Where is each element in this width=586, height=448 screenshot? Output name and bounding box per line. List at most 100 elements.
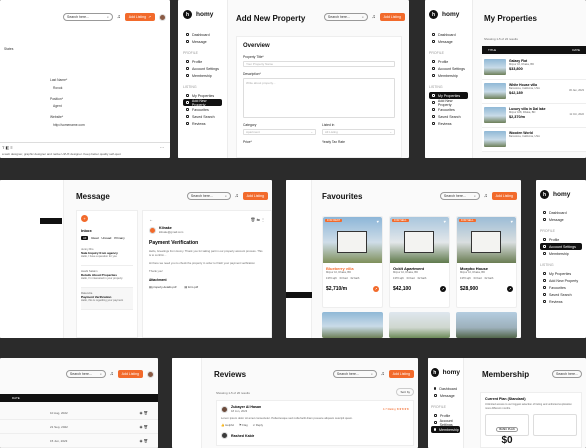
sidebar-item-membership[interactable]: Membership [429, 72, 468, 79]
sidebar-item-dashboard[interactable]: Dashboard [429, 31, 468, 38]
sidebar-item-account-settings[interactable]: Account Settings [540, 243, 582, 250]
attachment-file-2[interactable]: ▤ form.pdf [184, 285, 198, 289]
sidebar-item-add-new-property[interactable]: Add New Property [429, 99, 468, 107]
back-arrow-icon[interactable]: ← [149, 217, 153, 222]
sidebar-item-reviews[interactable]: Reviews [183, 120, 222, 127]
table-row[interactable]: White House villa Barcelona, California,… [482, 80, 586, 104]
search-input[interactable]: Search here... [552, 370, 582, 378]
category-select[interactable]: Apartment ⌄ [243, 129, 316, 135]
property-card[interactable]: FOR SELL ♥ Morpho House Mirpur 10, Dhaka… [456, 216, 517, 308]
filter-primary[interactable]: Primary [114, 236, 124, 240]
arrow-icon[interactable]: ↗ [373, 286, 379, 292]
heart-icon[interactable]: ♥ [377, 219, 379, 224]
search-input[interactable]: Search here... ⌕ [186, 192, 231, 200]
add-listing-button[interactable]: Add Listing ↗ [124, 13, 155, 21]
list-item[interactable]: Hasbi Salaim Details About Properties He… [81, 266, 133, 288]
basic-plan-card[interactable]: BASIC PLAN $0 [485, 414, 529, 446]
heart-icon[interactable]: ♥ [444, 219, 446, 224]
sidebar-item-dashboard[interactable]: Dashboard [431, 385, 460, 392]
sidebar-item-favourites[interactable]: Favourites [183, 106, 222, 113]
row-actions[interactable]: ◉ 🗑 [140, 425, 149, 429]
view-icon[interactable]: ◉ [140, 439, 143, 443]
reply-button[interactable]: ↩ Reply [253, 423, 263, 427]
add-listing-button[interactable]: Add Listing [491, 192, 517, 200]
sidebar-item-favourites[interactable]: Favourites [540, 284, 582, 291]
row-actions[interactable]: ◉ 🗑 [140, 411, 149, 415]
property-title-input[interactable]: Your Property Name [243, 61, 395, 67]
table-row[interactable]: Luxury villa in Dal lake Mirpur 108, Dha… [482, 104, 586, 128]
sidebar-item-account-settings[interactable]: Account Settings [429, 65, 468, 72]
last-name-value[interactable]: Rovok [53, 86, 62, 90]
view-icon[interactable]: ◉ [140, 425, 143, 429]
search-input[interactable]: Search here... ⌕ [332, 370, 377, 378]
search-input[interactable]: Search here... ⌕ [62, 13, 113, 21]
add-listing-button[interactable]: Add Listing [388, 370, 414, 378]
sidebar-item-membership[interactable]: Membership [183, 72, 222, 79]
sidebar-item-message[interactable]: Message [183, 38, 222, 45]
bell-icon[interactable]: ♫ [235, 193, 239, 199]
sidebar-item-message[interactable]: Message [431, 392, 460, 399]
add-listing-button[interactable]: Add Listing [379, 13, 405, 21]
heart-icon[interactable]: ♥ [511, 219, 513, 224]
property-card[interactable]: FOR RENT ♥ Blueberry villa Mirpur 10, Dh… [322, 216, 383, 308]
arrow-icon[interactable]: ↗ [507, 286, 513, 292]
sidebar-item-add-new-property[interactable]: Add New Property [540, 277, 582, 284]
add-listing-button[interactable]: Add Listing [117, 370, 143, 378]
add-listing-button[interactable]: Add Listing [242, 192, 268, 200]
sidebar-item-dashboard[interactable]: Dashboard [540, 209, 582, 216]
editor-toolbar[interactable]: T ◧ ≡ [2, 145, 13, 150]
sidebar-item-reviews[interactable]: Reviews [540, 298, 582, 305]
flag-button[interactable]: ⚑ Flag [239, 423, 248, 427]
website-value[interactable]: http://somename.com [53, 123, 85, 127]
search-input[interactable]: Search here... ⌕ [323, 13, 368, 21]
helpful-button[interactable]: 👍 Helpful [221, 423, 234, 427]
sidebar-item-message-active[interactable] [40, 218, 62, 224]
list-item[interactable]: Jenny Rio Sale Inquiry from agency Hello… [81, 244, 133, 266]
sidebar-item-message[interactable]: Message [540, 216, 582, 223]
attachment-file-1[interactable]: ▤ property-details.pdf [149, 285, 176, 289]
avatar[interactable] [147, 370, 154, 378]
table-row[interactable]: 21 Sep, 2022 ◉ 🗑 [0, 420, 158, 434]
delete-icon[interactable]: 🗑 [144, 439, 148, 443]
sidebar-item-profile[interactable]: Profile [429, 58, 468, 65]
avatar[interactable] [159, 13, 166, 21]
list-item[interactable]: Ralendra Payment Verification Hello, thi… [81, 288, 133, 310]
delete-icon[interactable]: 🗑 [144, 425, 148, 429]
table-row[interactable]: Wooden World Barcelona, California, USA [482, 128, 586, 152]
sidebar-item-membership[interactable]: Membership [540, 250, 582, 257]
position-value[interactable]: Agent [53, 104, 62, 108]
message-actions[interactable]: 🗑 ⇆ ⋮ [250, 217, 265, 222]
filter-unread[interactable]: Unread [102, 236, 112, 240]
delete-icon[interactable]: 🗑 [144, 411, 148, 415]
bell-icon[interactable]: ♫ [117, 14, 121, 20]
more-icon[interactable]: ⋯ [160, 145, 164, 150]
sidebar-item-saved-search[interactable]: Saved Search [540, 291, 582, 298]
bell-icon[interactable]: ♫ [381, 371, 385, 377]
search-input[interactable]: Search here... ⌕ [65, 370, 106, 378]
sidebar-item-profile[interactable]: Profile [183, 58, 222, 65]
sidebar-item-message[interactable]: Message [429, 38, 468, 45]
compose-icon[interactable]: + [81, 215, 88, 222]
sidebar-item-reviews[interactable]: Reviews [429, 120, 468, 127]
bell-icon[interactable]: ♫ [484, 193, 488, 199]
sidebar-item-profile[interactable]: Profile [540, 236, 582, 243]
plan-card[interactable] [533, 414, 577, 437]
sidebar-item-account-settings[interactable]: Account Settings [431, 419, 460, 427]
table-row[interactable]: 10 Aug, 2022 ◉ 🗑 [0, 406, 158, 420]
view-icon[interactable]: ◉ [140, 411, 143, 415]
sidebar-item-membership[interactable]: Membership [431, 426, 460, 433]
sidebar-item-add-new-property[interactable]: Add New Property [183, 99, 222, 107]
filter-all[interactable]: All [81, 236, 89, 240]
listed-in-select[interactable]: All Listing ⌄ [322, 129, 395, 135]
bell-icon[interactable]: ♫ [372, 14, 376, 20]
sidebar-item-favourites[interactable]: Favourites [429, 106, 468, 113]
table-row[interactable]: Galaxy Flat Mirpur 10, Dhaka, BD $33,800 [482, 56, 586, 80]
property-card[interactable]: FOR SELL ♥ Ocklt Apartment Mirpur 10, Dh… [389, 216, 450, 308]
sort-select[interactable]: Sort by [396, 388, 414, 396]
arrow-icon[interactable]: ↗ [440, 286, 446, 292]
sidebar-item-dashboard[interactable]: Dashboard [183, 31, 222, 38]
search-input[interactable]: Search here... ⌕ [439, 192, 480, 200]
table-row[interactable]: 15 Jun, 2023 ◉ 🗑 [0, 434, 158, 448]
sidebar-item-favourites-active[interactable] [286, 292, 312, 298]
filter-read[interactable]: Read [91, 236, 98, 240]
